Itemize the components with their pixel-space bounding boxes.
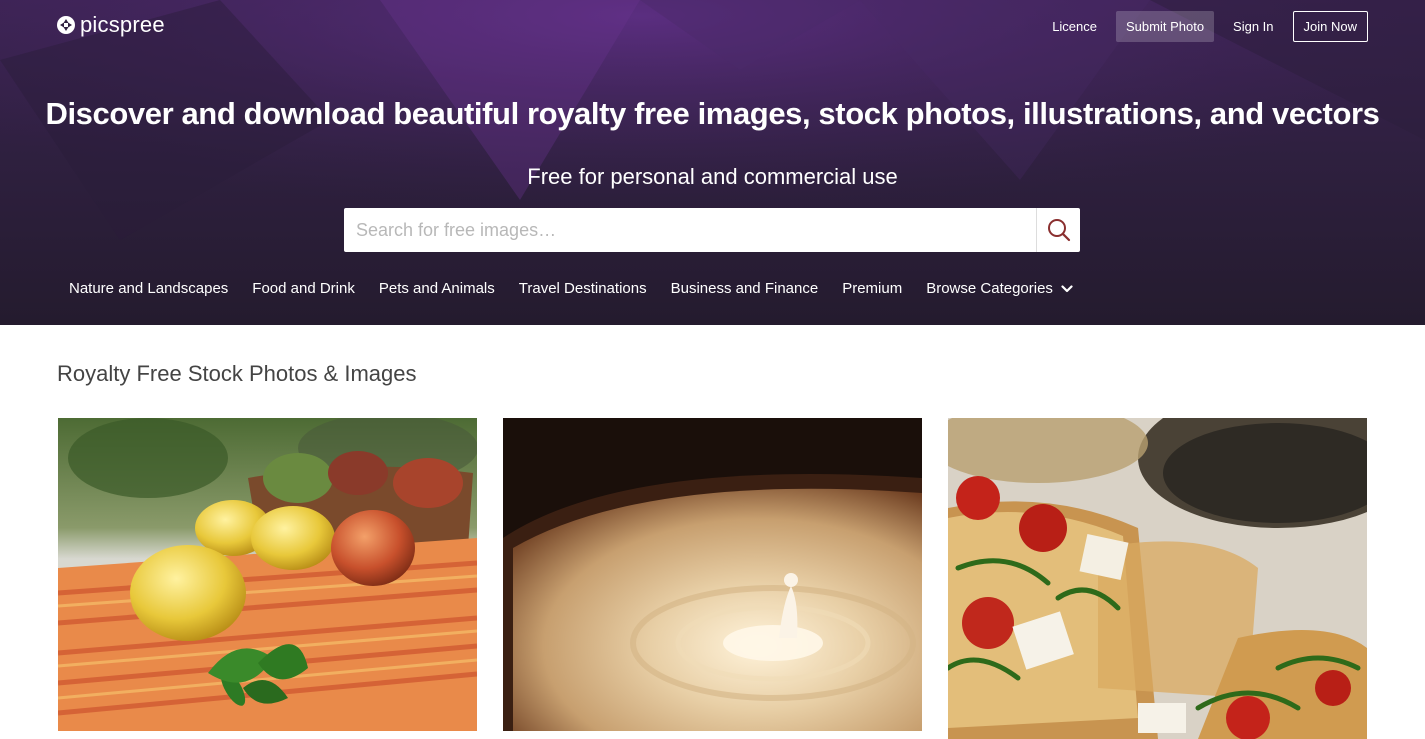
photo-bruschetta	[948, 418, 1367, 739]
brand-logo[interactable]: picspree	[56, 12, 165, 38]
licence-link[interactable]: Licence	[1042, 11, 1107, 42]
search-bar	[344, 208, 1080, 252]
photo-milk-drop	[503, 418, 922, 731]
submit-photo-button[interactable]: Submit Photo	[1116, 11, 1215, 42]
top-navigation: picspree Licence Submit Photo Sign In Jo…	[0, 0, 1425, 50]
search-icon	[1047, 219, 1070, 242]
hero-subhead: Free for personal and commercial use	[527, 164, 898, 189]
hero-banner: picspree Licence Submit Photo Sign In Jo…	[0, 0, 1425, 325]
hero-headline: Discover and download beautiful royalty …	[45, 96, 1380, 131]
section-title: Royalty Free Stock Photos & Images	[57, 361, 417, 386]
browse-categories-dropdown[interactable]: Browse Categories	[926, 280, 1073, 297]
category-nav: Nature and Landscapes Food and Drink Pet…	[57, 280, 1085, 297]
search-button[interactable]	[1036, 208, 1080, 252]
category-pets-and-animals[interactable]: Pets and Animals	[379, 280, 495, 297]
browse-categories-label: Browse Categories	[926, 280, 1053, 297]
join-now-button[interactable]: Join Now	[1292, 11, 1368, 42]
photo-lemons-fruit	[58, 418, 477, 731]
chevron-down-icon	[1061, 284, 1073, 292]
brand-name: picspree	[80, 12, 165, 37]
category-nature-and-landscapes[interactable]: Nature and Landscapes	[69, 280, 228, 297]
header-nav: Licence Submit Photo Sign In Join Now	[1033, 11, 1368, 42]
shutter-icon	[57, 16, 75, 34]
category-premium[interactable]: Premium	[842, 280, 902, 297]
category-food-and-drink[interactable]: Food and Drink	[252, 280, 355, 297]
category-travel-destinations[interactable]: Travel Destinations	[519, 280, 647, 297]
sign-in-link[interactable]: Sign In	[1223, 11, 1283, 42]
photo-tile[interactable]	[58, 418, 477, 731]
photo-tile[interactable]	[948, 418, 1367, 739]
photo-tile[interactable]	[503, 418, 922, 731]
category-business-and-finance[interactable]: Business and Finance	[671, 280, 819, 297]
search-input[interactable]	[344, 210, 1036, 250]
